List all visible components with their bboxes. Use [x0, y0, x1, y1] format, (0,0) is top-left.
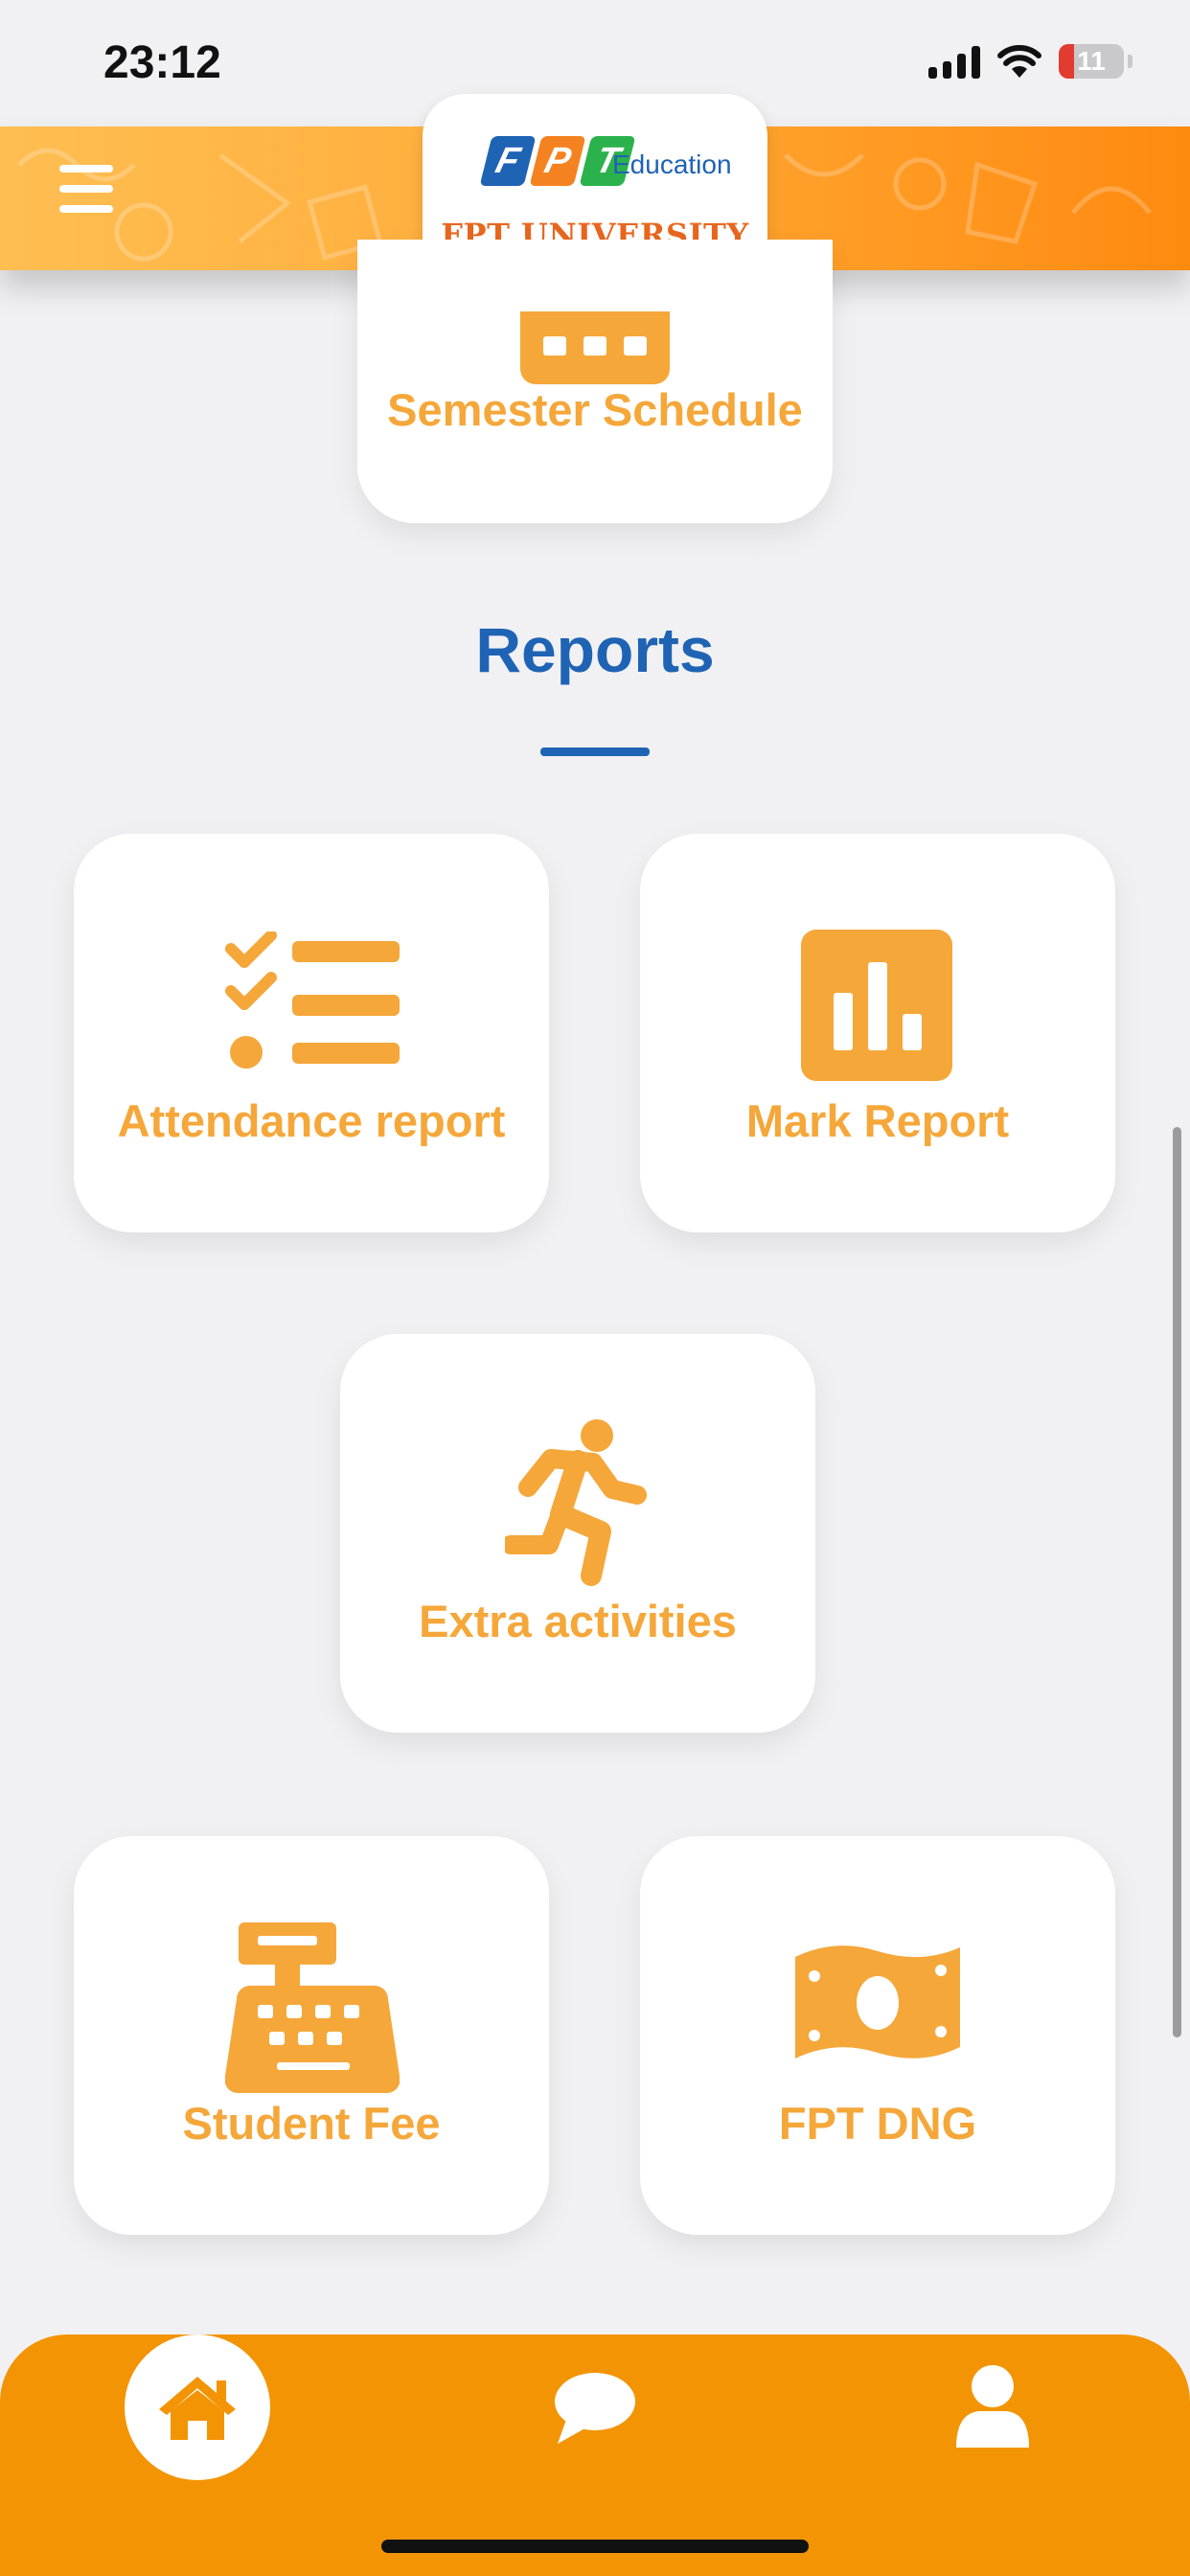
- semester-schedule-card[interactable]: Semester Schedule: [357, 240, 833, 523]
- extra-activities-label: Extra activities: [419, 1596, 737, 1646]
- nav-home-button[interactable]: [125, 2334, 270, 2480]
- logo-subtitle: Education: [612, 150, 732, 179]
- calendar-icon: [520, 311, 670, 384]
- attendance-report-label: Attendance report: [117, 1095, 506, 1146]
- semester-schedule-label: Semester Schedule: [387, 384, 803, 435]
- battery-icon: 11: [1059, 44, 1124, 79]
- attendance-report-card[interactable]: Attendance report: [74, 834, 549, 1232]
- extra-activities-card[interactable]: Extra activities: [340, 1334, 815, 1733]
- student-fee-card[interactable]: Student Fee: [74, 1836, 549, 2235]
- chat-icon[interactable]: [554, 2371, 636, 2444]
- reports-section-title: Reports: [475, 614, 715, 685]
- logo-letter-f: F: [479, 136, 537, 186]
- fpt-logo-mark: F P T: [479, 136, 636, 186]
- battery-tip: [1128, 55, 1133, 68]
- status-time: 23:12: [103, 37, 221, 88]
- cellular-signal-icon: [928, 44, 980, 79]
- bar-chart-icon: [801, 930, 952, 1081]
- battery-level: 11: [1077, 46, 1106, 76]
- wifi-icon: [997, 45, 1041, 78]
- user-icon[interactable]: [956, 2365, 1029, 2448]
- cash-register-icon: [225, 1922, 400, 2093]
- mark-report-card[interactable]: Mark Report: [640, 834, 1115, 1232]
- vertical-scrollbar[interactable]: [1173, 1127, 1181, 2037]
- home-icon: [159, 2377, 236, 2440]
- status-icons: 11: [928, 44, 1133, 79]
- mark-report-label: Mark Report: [745, 1095, 1010, 1146]
- fpt-dng-label: FPT DNG: [778, 2098, 977, 2149]
- banknote-icon: [795, 1945, 960, 2058]
- student-fee-label: Student Fee: [182, 2098, 441, 2149]
- checklist-icon: [225, 932, 400, 1069]
- running-person-icon: [505, 1419, 647, 1586]
- logo-letter-p: P: [529, 136, 586, 186]
- fpt-dng-card[interactable]: FPT DNG: [640, 1836, 1115, 2235]
- menu-button[interactable]: [59, 165, 113, 213]
- home-indicator: [381, 2540, 809, 2553]
- section-underline: [540, 748, 650, 756]
